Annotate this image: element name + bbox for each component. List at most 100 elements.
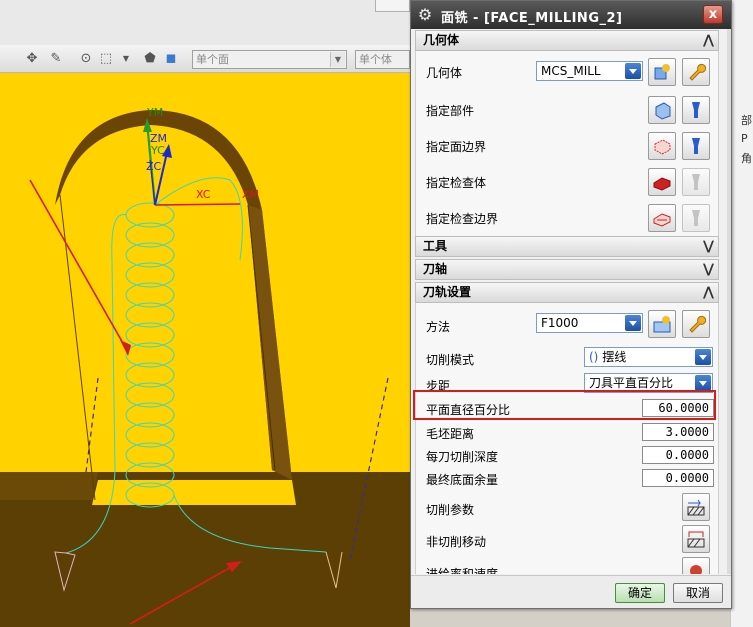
specify-check-body-label: 指定检查体 — [426, 176, 487, 190]
top-toolbar-area — [0, 0, 410, 45]
display-part-button[interactable] — [682, 96, 710, 124]
geometry-select[interactable]: MCS_MILL — [536, 61, 643, 81]
method-select-value: F1000 — [541, 316, 579, 330]
final-floor-stock-label: 最终底面余量 — [426, 473, 499, 487]
axis-label-zm: ZM — [150, 132, 168, 145]
dialog-scrollbar[interactable] — [727, 29, 731, 574]
cutting-params-button[interactable] — [682, 493, 710, 521]
specify-face-boundary-button[interactable] — [648, 132, 676, 160]
resource-tab-2[interactable]: P — [741, 132, 748, 145]
chevron-up-icon: ⋀ — [703, 285, 714, 300]
display-face-boundary-button[interactable] — [682, 132, 710, 160]
section-path-settings-title: 刀轨设置 — [423, 285, 472, 299]
face-boundary-icon — [654, 139, 671, 155]
cutting-params-icon — [687, 499, 705, 516]
chevron-down-icon — [625, 63, 641, 79]
edit-method-button[interactable] — [682, 310, 710, 338]
close-button[interactable]: x — [703, 5, 723, 24]
specify-part-button[interactable] — [648, 96, 676, 124]
window-button[interactable] — [375, 0, 410, 12]
wrench-icon — [689, 63, 706, 81]
body-filter-combo[interactable]: 单个体 — [355, 50, 410, 69]
specify-check-body-button[interactable] — [648, 168, 676, 196]
body-filter-value: 单个体 — [359, 53, 392, 66]
flashlight-icon — [692, 138, 700, 154]
chevron-down-icon[interactable]: ▼ — [118, 51, 134, 67]
edit-geometry-button[interactable] — [682, 58, 710, 86]
new-method-button[interactable] — [648, 310, 676, 338]
section-geometry-header[interactable]: 几何体 ⋀ — [415, 30, 719, 51]
face-filter-combo[interactable]: 单个面 ▼ — [192, 50, 347, 69]
flat-diameter-percent-input[interactable]: 60.0000 — [642, 399, 714, 417]
chevron-down-icon — [695, 349, 711, 365]
gear-icon: ⚙ — [417, 5, 433, 24]
feeds-speeds-label: 进给率和速度 — [426, 567, 499, 574]
display-check-body-button[interactable] — [682, 168, 710, 196]
cut-pattern-value: 摆线 — [602, 350, 627, 364]
check-boundary-icon — [653, 213, 671, 227]
resource-tab-3[interactable]: 角 — [741, 150, 752, 166]
ok-button[interactable]: 确定 — [615, 583, 665, 603]
cancel-button[interactable]: 取消 — [673, 583, 723, 603]
pick-icon[interactable]: ✎ — [48, 51, 64, 67]
non-cutting-moves-label: 非切削移动 — [426, 535, 487, 549]
section-tool-title: 工具 — [423, 239, 448, 253]
cube-icon[interactable]: ◼ — [163, 51, 179, 67]
resource-tab-1[interactable]: 部 — [741, 112, 752, 128]
selection-toolbar: ✥ ✎ ⊙ ⬚ ▼ ⬟ ◼ 单个面 ▼ 单个体 — [0, 45, 410, 73]
dialog-title: 面铣 - [FACE_MILLING_2] — [441, 11, 623, 26]
feeds-speeds-button[interactable] — [682, 557, 710, 574]
stepover-value: 刀具平直百分比 — [589, 376, 674, 390]
section-geometry-body: 几何体 MCS_MILL 指定部件 指定面边界 指定检查体 指定检查边界 — [415, 51, 719, 237]
non-cutting-moves-button[interactable] — [682, 525, 710, 553]
blank-distance-input[interactable]: 3.0000 — [642, 423, 714, 441]
geometry-label: 几何体 — [426, 66, 463, 80]
shaded-body-icon[interactable]: ⬟ — [142, 51, 158, 67]
chevron-up-icon: ⋀ — [703, 33, 714, 48]
new-geometry-button[interactable] — [648, 58, 676, 86]
flashlight-icon — [692, 210, 700, 226]
check-body-icon — [653, 177, 671, 191]
box-select-icon[interactable]: ⬚ — [98, 51, 114, 67]
snap-icon[interactable]: ✥ — [24, 51, 40, 67]
dialog-content: 几何体 ⋀ 几何体 MCS_MILL 指定部件 指定面边界 指定检查体 指定检查… — [415, 29, 727, 574]
axis-label-ym: YM — [147, 106, 164, 119]
method-label: 方法 — [426, 320, 451, 334]
new-method-icon — [653, 316, 671, 333]
display-check-boundary-button[interactable] — [682, 204, 710, 232]
chevron-down-icon: ⋁ — [703, 239, 714, 254]
cutting-params-label: 切削参数 — [426, 503, 475, 517]
chevron-down-icon: ▼ — [330, 52, 345, 67]
feeds-speeds-icon — [690, 565, 702, 574]
dialog-footer: 确定 取消 — [411, 575, 731, 608]
chevron-down-icon: ⋁ — [703, 262, 714, 277]
final-floor-stock-input[interactable]: 0.0000 — [642, 469, 714, 487]
section-path-settings-header[interactable]: 刀轨设置 ⋀ — [415, 282, 719, 303]
section-tool-header[interactable]: 工具 ⋁ — [415, 236, 719, 257]
axis-label-yc: YC — [151, 144, 165, 157]
section-path-settings-body: 方法 F1000 切削模式 () 摆线 步距 刀具平直百分比 平面直径百分比 6… — [415, 303, 719, 574]
depth-per-cut-input[interactable]: 0.0000 — [642, 446, 714, 464]
chevron-down-icon — [625, 315, 641, 331]
axis-label-zc: ZC — [146, 160, 162, 173]
stepover-label: 步距 — [426, 379, 451, 393]
flat-diameter-percent-label: 平面直径百分比 — [426, 403, 511, 417]
resource-bar: 部 P 角 — [730, 0, 753, 627]
cut-pattern-select[interactable]: () 摆线 — [584, 347, 713, 367]
axis-label-xm: XM — [242, 188, 260, 201]
target-icon[interactable]: ⊙ — [78, 51, 94, 67]
specify-face-boundary-label: 指定面边界 — [426, 140, 487, 154]
section-tool-axis-title: 刀轴 — [423, 262, 448, 276]
section-geometry-title: 几何体 — [423, 33, 460, 47]
dialog-titlebar[interactable]: ⚙ 面铣 - [FACE_MILLING_2] x — [411, 1, 731, 29]
flashlight-icon — [692, 102, 700, 118]
cut-pattern-label: 切削模式 — [426, 353, 475, 367]
geometry-select-value: MCS_MILL — [541, 64, 601, 78]
method-select[interactable]: F1000 — [536, 313, 643, 333]
specify-check-boundary-button[interactable] — [648, 204, 676, 232]
section-tool-axis-header[interactable]: 刀轴 ⋁ — [415, 259, 719, 280]
face-milling-dialog: ⚙ 面铣 - [FACE_MILLING_2] x 几何体 ⋀ 几何体 MCS_… — [410, 0, 732, 609]
stepover-select[interactable]: 刀具平直百分比 — [584, 373, 713, 393]
face-filter-value: 单个面 — [196, 53, 229, 66]
depth-per-cut-label: 每刀切削深度 — [426, 450, 499, 464]
